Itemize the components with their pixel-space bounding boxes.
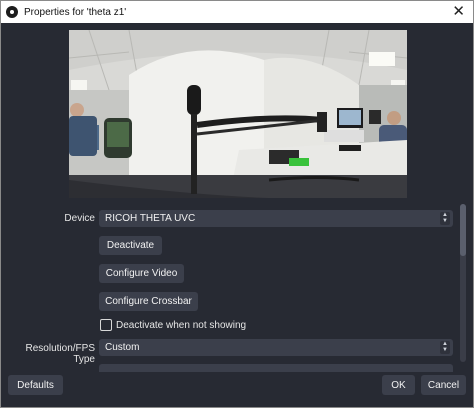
title-bar: Properties for 'theta z1' ✕: [1, 1, 473, 23]
camera-preview: [69, 30, 407, 198]
deactivate-button[interactable]: Deactivate: [99, 236, 162, 255]
select-arrows-icon: ▲ ▼: [440, 341, 450, 354]
select-arrows-icon: ▲ ▼: [440, 212, 450, 225]
defaults-button-label: Defaults: [17, 379, 54, 391]
defaults-button[interactable]: Defaults: [8, 375, 63, 395]
configure-crossbar-button-label: Configure Crossbar: [105, 296, 192, 307]
resolution-fps-select[interactable]: Custom ▲ ▼: [99, 339, 453, 356]
configure-crossbar-button[interactable]: Configure Crossbar: [99, 292, 198, 311]
obs-app-icon: [6, 6, 18, 18]
ok-button[interactable]: OK: [382, 375, 415, 395]
ok-button-label: OK: [391, 379, 406, 391]
close-icon[interactable]: ✕: [452, 3, 465, 21]
deactivate-when-not-showing-label: Deactivate when not showing: [116, 320, 247, 331]
deactivate-button-label: Deactivate: [106, 240, 155, 251]
resolution-fps-select-value: Custom: [105, 342, 140, 353]
configure-video-button[interactable]: Configure Video: [99, 264, 184, 283]
next-field-partial: [99, 364, 453, 372]
window-title: Properties for 'theta z1': [24, 6, 127, 18]
resolution-fps-label: Resolution/FPS Type: [25, 343, 95, 365]
cancel-button-label: Cancel: [427, 379, 460, 391]
device-select[interactable]: RICOH THETA UVC ▲ ▼: [99, 210, 453, 227]
dialog-footer: Defaults OK Cancel: [1, 364, 473, 407]
deactivate-when-not-showing-checkbox[interactable]: [100, 319, 112, 331]
cancel-button[interactable]: Cancel: [421, 375, 466, 395]
configure-video-button-label: Configure Video: [105, 268, 178, 279]
properties-window: Properties for 'theta z1' ✕ Device RICOH…: [0, 0, 474, 408]
device-select-value: RICOH THETA UVC: [105, 213, 196, 224]
properties-scrollbar[interactable]: [460, 204, 466, 362]
device-label: Device: [64, 213, 95, 224]
preview-image: [69, 30, 407, 198]
scrollbar-thumb[interactable]: [460, 204, 466, 256]
